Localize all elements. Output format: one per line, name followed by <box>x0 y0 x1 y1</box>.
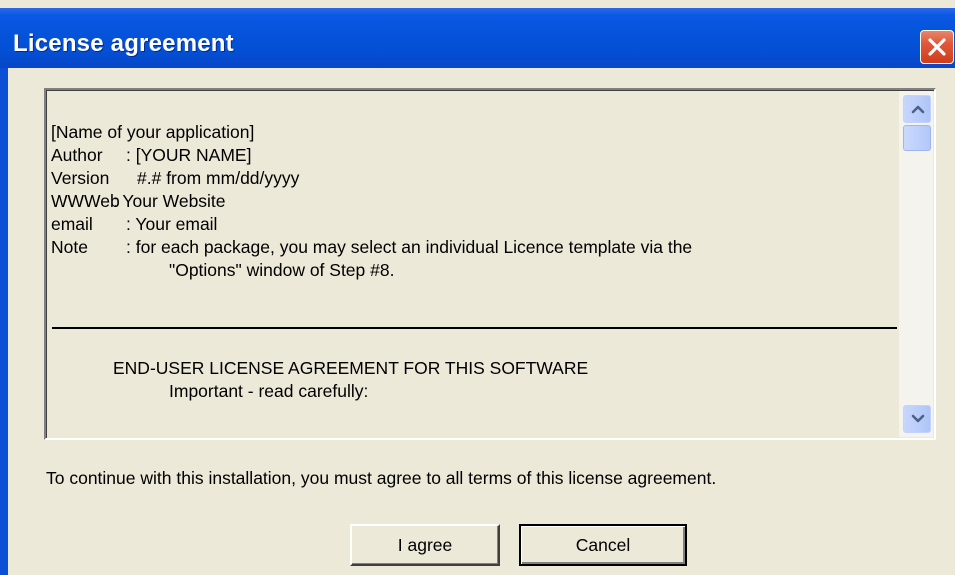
agree-button[interactable]: I agree <box>350 524 500 566</box>
license-value-email: : Your email <box>126 214 218 234</box>
license-text-box-inner: [Name of your application] Author : [YOU… <box>46 90 934 438</box>
title-bar[interactable]: License agreement <box>0 8 955 68</box>
license-text-box[interactable]: [Name of your application] Author : [YOU… <box>44 88 936 440</box>
eula-heading: END-USER LICENSE AGREEMENT FOR THIS SOFT… <box>113 358 589 378</box>
license-dialog: License agreement [Name of your applicat… <box>0 0 955 575</box>
license-text-area[interactable]: [Name of your application] Author : [YOU… <box>51 91 899 437</box>
window-title: License agreement <box>13 30 234 57</box>
license-key-email: email <box>51 214 93 234</box>
chevron-up-icon <box>911 105 925 114</box>
license-value-note-1: : for each package, you may select an in… <box>126 237 693 257</box>
license-divider <box>52 327 897 329</box>
scroll-down-button[interactable] <box>903 405 931 433</box>
scroll-up-button[interactable] <box>903 95 931 123</box>
license-scrollbar[interactable] <box>899 91 933 437</box>
license-key-web: WWWeb <box>51 191 120 211</box>
license-value-note-2: "Options" window of Step #8. <box>169 260 395 280</box>
license-value-version: #.# from mm/dd/yyyy <box>137 168 300 188</box>
agreement-notice: To continue with this installation, you … <box>46 468 717 488</box>
license-key-author: Author <box>51 145 103 165</box>
close-button[interactable] <box>920 30 954 64</box>
license-key-note: Note <box>51 237 88 257</box>
close-icon <box>928 38 946 56</box>
license-key-version: Version <box>51 168 110 188</box>
scroll-thumb[interactable] <box>903 125 931 151</box>
eula-subheading: Important - read carefully: <box>169 381 369 401</box>
license-line-app-name: [Name of your application] <box>51 122 255 142</box>
cancel-button[interactable]: Cancel <box>519 524 687 566</box>
license-value-author: : [YOUR NAME] <box>126 145 252 165</box>
window-frame-left <box>0 68 8 575</box>
chevron-down-icon <box>911 414 925 423</box>
license-value-web: : Your Website <box>113 191 226 211</box>
